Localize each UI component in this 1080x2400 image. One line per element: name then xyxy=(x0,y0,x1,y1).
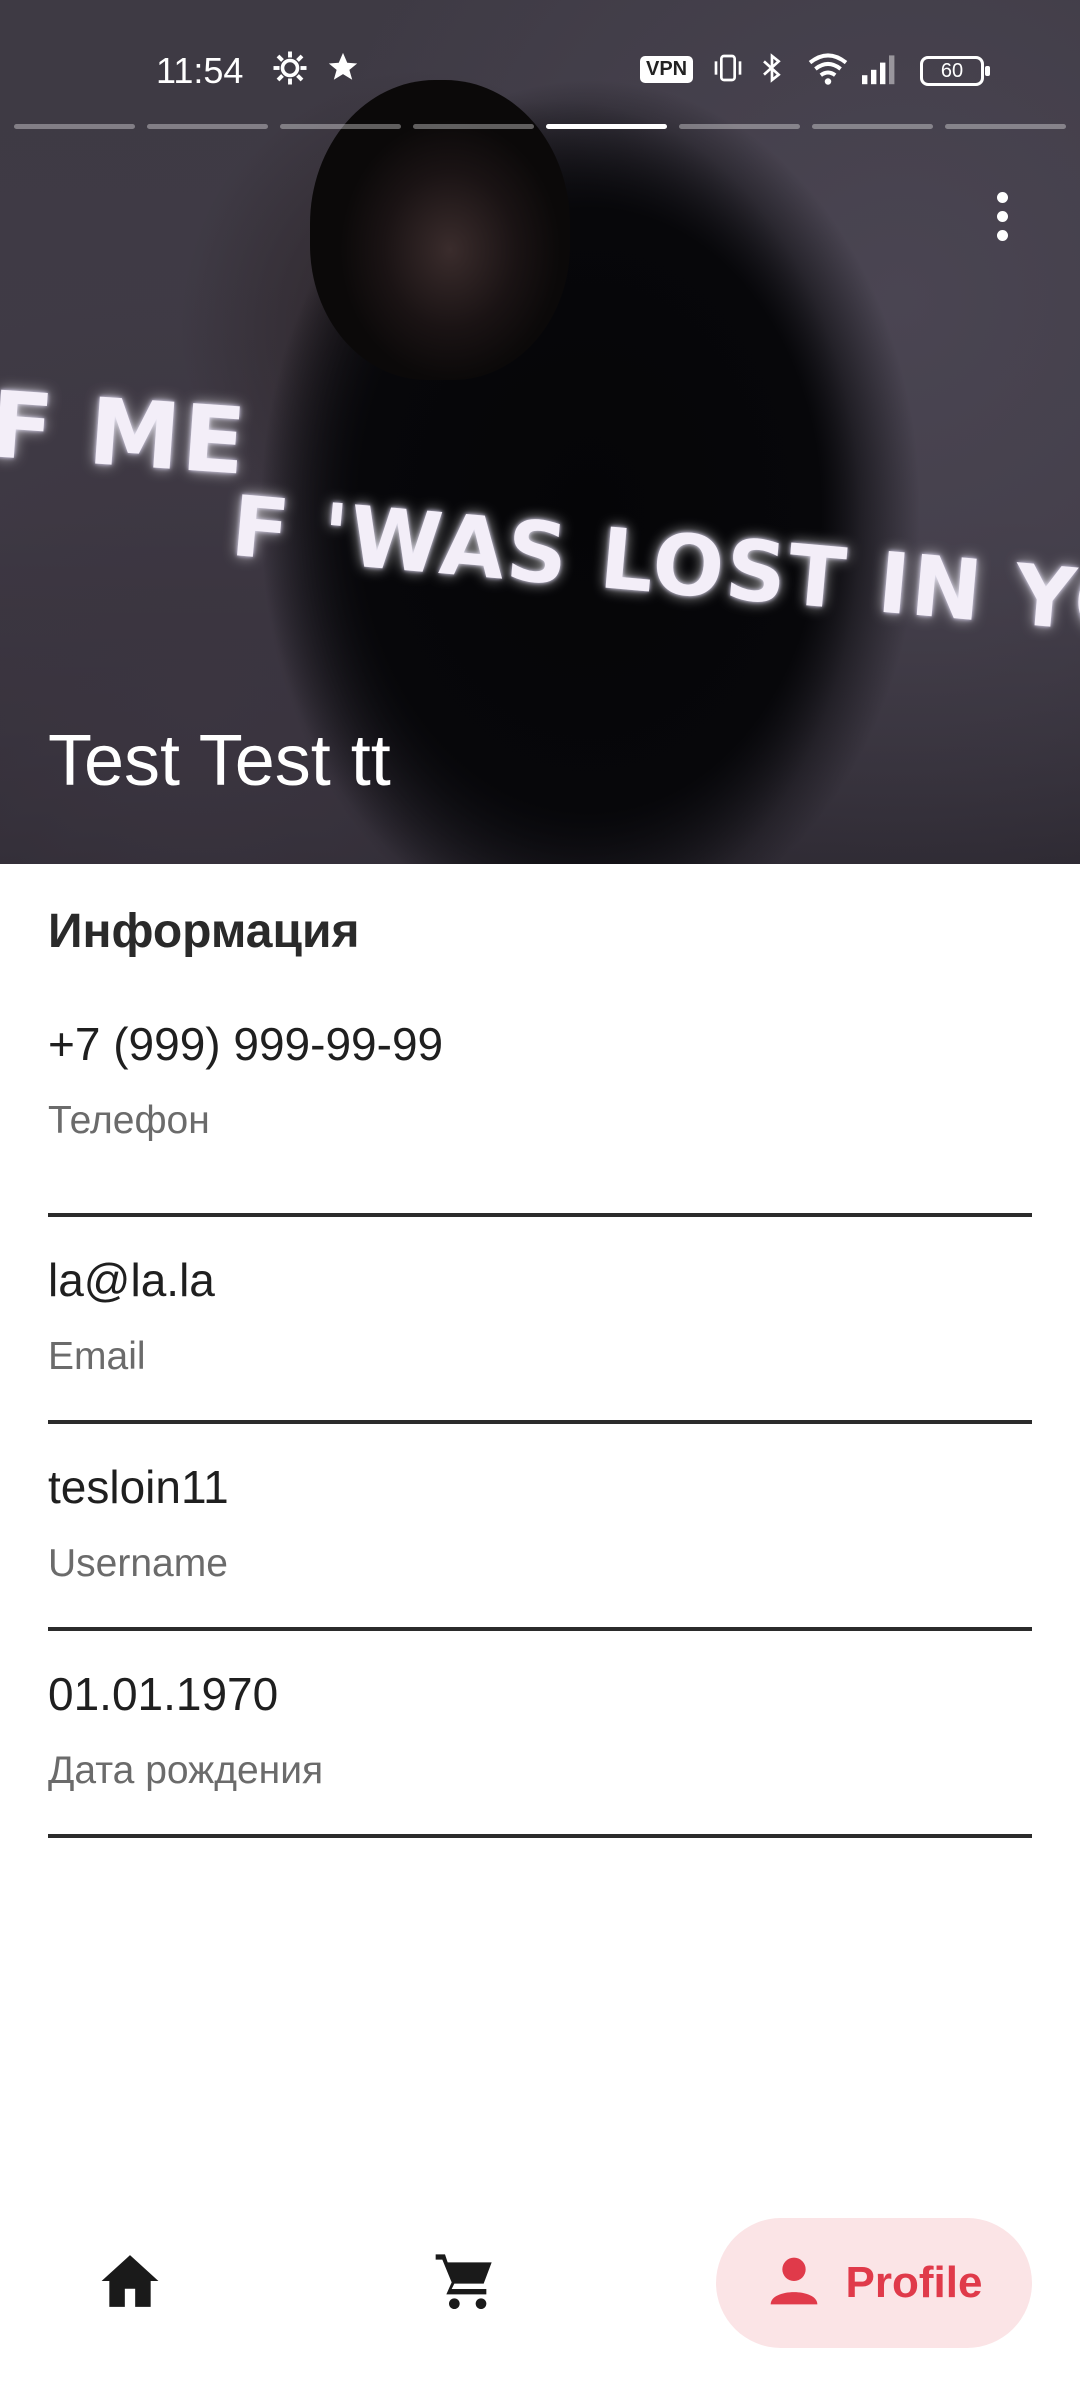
dot xyxy=(996,210,1008,222)
story-segment xyxy=(147,124,268,129)
story-progress-bar xyxy=(14,124,1066,130)
home-icon xyxy=(99,2252,161,2315)
battery-icon: 60 xyxy=(920,56,990,86)
info-item-email[interactable]: la@la.la Email xyxy=(48,1217,1032,1424)
vibrate-icon xyxy=(712,50,744,95)
email-value: la@la.la xyxy=(48,1254,215,1306)
status-bar: 11:54 VPN 60 xyxy=(0,40,1080,104)
story-segment-active xyxy=(546,124,667,129)
photo-text-1: F ME xyxy=(0,371,251,496)
email-label: Email xyxy=(48,1335,146,1378)
more-options-button[interactable] xyxy=(980,186,1024,246)
person-icon xyxy=(766,2253,822,2314)
bottom-navigation: Profile xyxy=(0,2200,1080,2400)
story-segment xyxy=(413,124,534,129)
story-segment xyxy=(945,124,1066,129)
info-list: +7 (999) 999-99-99 Телефон la@la.la Emai… xyxy=(48,1017,1032,1838)
vpn-icon: VPN xyxy=(640,56,694,83)
username-value: tesloin11 xyxy=(48,1461,229,1513)
info-item-username[interactable]: tesloin11 Username xyxy=(48,1424,1032,1631)
settings-gear-icon xyxy=(272,50,308,95)
phone-label: Телефон xyxy=(48,1099,210,1142)
signal-icon xyxy=(858,50,902,95)
nav-home-button[interactable] xyxy=(70,2218,190,2348)
wifi-icon xyxy=(806,50,850,95)
nav-profile-label: Profile xyxy=(845,2258,983,2307)
nav-profile-button[interactable]: Profile xyxy=(716,2218,1032,2348)
nav-cart-button[interactable] xyxy=(400,2218,530,2348)
dot xyxy=(996,229,1008,241)
cart-icon xyxy=(433,2249,497,2318)
star-icon xyxy=(326,50,360,93)
info-item-phone[interactable]: +7 (999) 999-99-99 Телефон xyxy=(48,1017,1032,1217)
story-segment xyxy=(280,124,401,129)
profile-name: Test Test tt xyxy=(48,721,391,801)
info-section: Информация +7 (999) 999-99-99 Телефон la… xyxy=(48,864,1032,1838)
dot xyxy=(996,191,1008,203)
bluetooth-icon xyxy=(756,50,788,95)
story-segment xyxy=(812,124,933,129)
birthdate-value: 01.01.1970 xyxy=(48,1668,279,1720)
story-segment xyxy=(679,124,800,129)
phone-value: +7 (999) 999-99-99 xyxy=(48,1018,444,1070)
story-segment xyxy=(14,124,135,129)
info-item-birthdate[interactable]: 01.01.1970 Дата рождения xyxy=(48,1631,1032,1838)
status-time: 11:54 xyxy=(156,50,244,91)
username-label: Username xyxy=(48,1542,228,1585)
birthdate-label: Дата рождения xyxy=(48,1749,324,1792)
info-section-title: Информация xyxy=(48,905,360,958)
